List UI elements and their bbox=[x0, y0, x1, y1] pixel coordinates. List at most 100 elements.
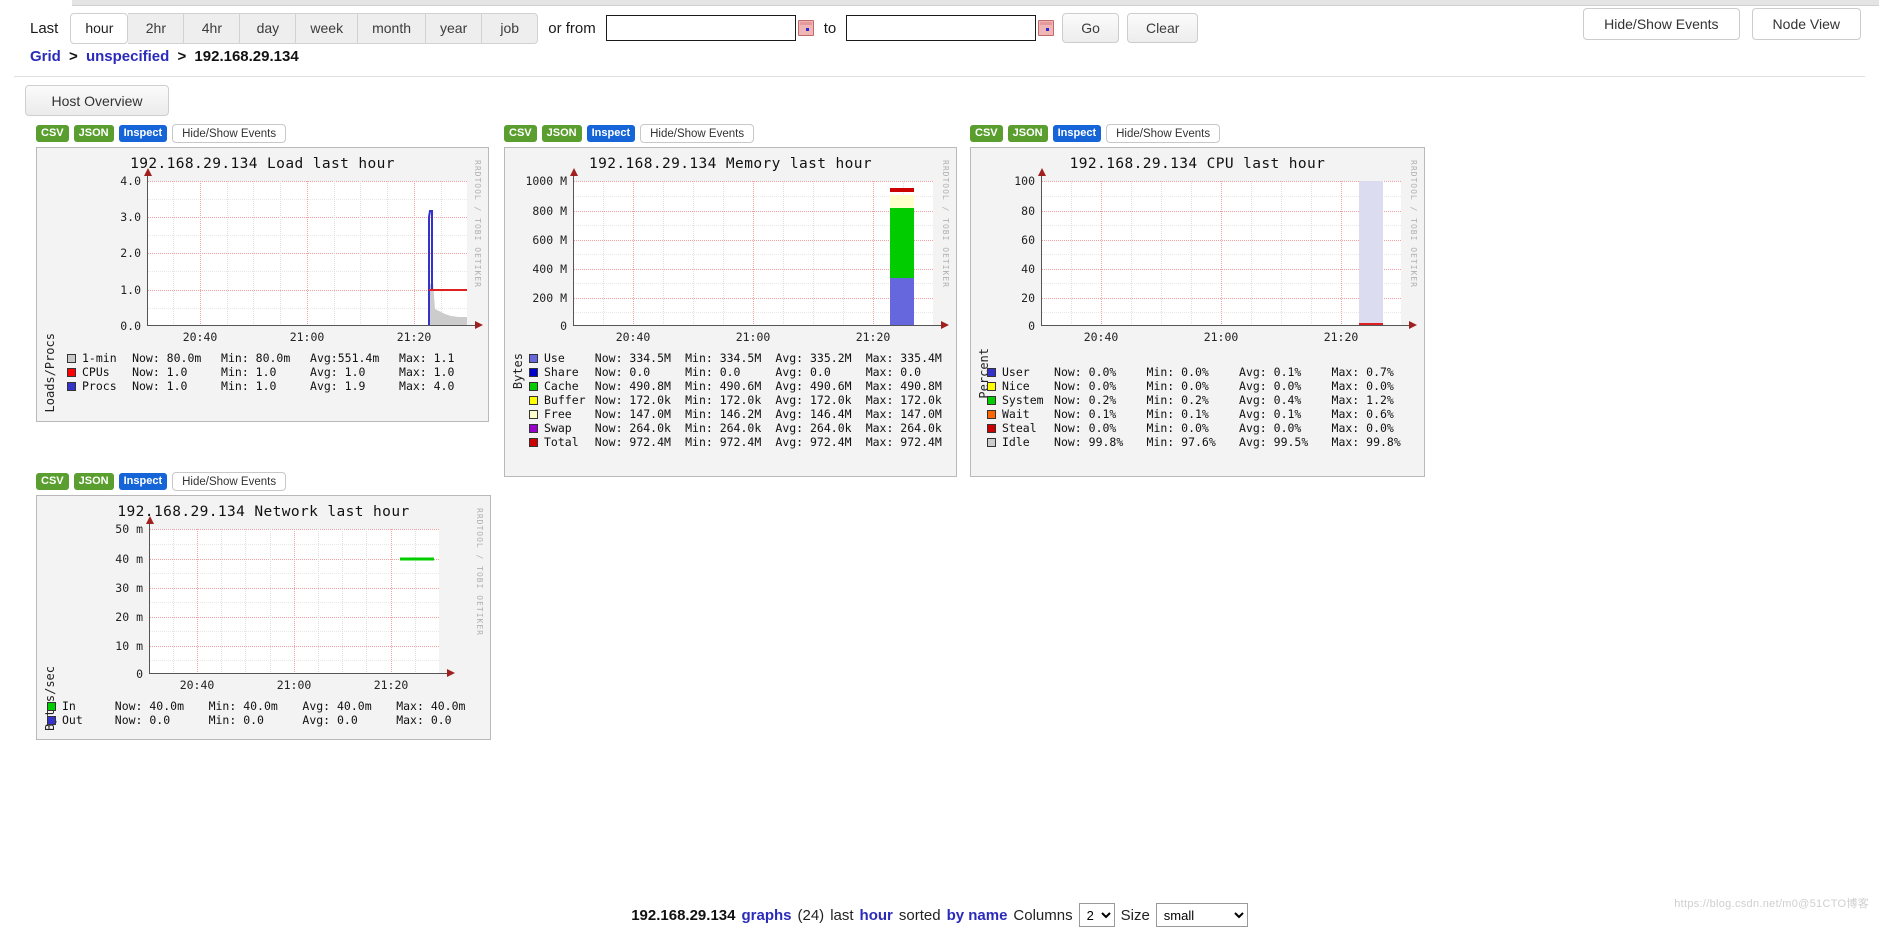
legend-now: Now: 972.4M bbox=[594, 435, 671, 449]
memory-plot-area: 1000 M 800 M 600 M 400 M 200 M 0 20:40 2… bbox=[525, 168, 949, 344]
cpu-ytick: 0 bbox=[1028, 319, 1035, 333]
legend-avg: Avg:551.4m bbox=[310, 351, 380, 365]
cpu-ytick: 80 bbox=[1021, 204, 1035, 218]
legend-max: Max: 4.0 bbox=[399, 379, 455, 393]
legend-now: Now: 334.5M bbox=[594, 351, 671, 365]
legend-row: Cache Now: 490.8M Min: 490.6M Avg: 490.6… bbox=[529, 379, 956, 393]
page-watermark: https://blog.csdn.net/m0@51CTO博客 bbox=[1674, 898, 1869, 910]
csv-button[interactable]: CSV bbox=[36, 125, 69, 142]
legend-max: Max: 0.6% bbox=[1331, 407, 1394, 421]
size-select[interactable]: small bbox=[1155, 903, 1248, 927]
breadcrumb-separator: > bbox=[69, 48, 78, 65]
load-graph[interactable]: 192.168.29.134 Load last hour RRDTOOL / … bbox=[36, 147, 489, 422]
footer-sort-link[interactable]: by name bbox=[947, 907, 1008, 924]
inspect-button[interactable]: Inspect bbox=[118, 473, 168, 490]
inspect-button[interactable]: Inspect bbox=[118, 125, 168, 142]
or-from-label: or from bbox=[548, 19, 596, 37]
csv-button[interactable]: CSV bbox=[970, 125, 1003, 142]
range-button-day[interactable]: day bbox=[240, 12, 297, 44]
legend-now: Now: 0.0 bbox=[114, 713, 171, 727]
hide-show-events-button[interactable]: Hide/Show Events bbox=[172, 472, 287, 491]
footer-columns-label: Columns bbox=[1013, 906, 1073, 924]
go-button[interactable]: Go bbox=[1062, 13, 1119, 43]
legend-swatch-total bbox=[529, 437, 538, 447]
breadcrumb-link-grid[interactable]: Grid bbox=[30, 48, 61, 65]
legend-avg: Avg: 1.9 bbox=[310, 379, 366, 393]
inspect-button[interactable]: Inspect bbox=[586, 125, 636, 142]
legend-max: Max: 1.2% bbox=[1331, 393, 1394, 407]
host-overview-tab[interactable]: Host Overview bbox=[25, 85, 169, 116]
legend-row: CPUs Now: 1.0 Min: 1.0 Avg: 1.0 Max: 1.0 bbox=[67, 365, 488, 379]
hide-show-events-button[interactable]: Hide/Show Events bbox=[1583, 8, 1740, 40]
json-button[interactable]: JSON bbox=[541, 125, 582, 142]
legend-avg: Avg: 0.0% bbox=[1239, 421, 1302, 435]
range-button-4hr[interactable]: 4hr bbox=[184, 12, 241, 44]
load-y-axis bbox=[144, 168, 152, 326]
cpu-graph[interactable]: 192.168.29.134 CPU last hour RRDTOOL / T… bbox=[970, 147, 1425, 477]
legend-row: Buffer Now: 172.0k Min: 172.0k Avg: 172.… bbox=[529, 393, 956, 407]
legend-min: Min: 0.2% bbox=[1146, 393, 1209, 407]
inspect-button[interactable]: Inspect bbox=[1052, 125, 1102, 142]
legend-row: Free Now: 147.0M Min: 146.2M Avg: 146.4M… bbox=[529, 407, 956, 421]
hide-show-events-button[interactable]: Hide/Show Events bbox=[1106, 124, 1221, 143]
to-date-input[interactable] bbox=[846, 15, 1037, 41]
cpu-ytick: 60 bbox=[1021, 233, 1035, 247]
node-view-button[interactable]: Node View bbox=[1751, 8, 1861, 40]
legend-swatch-1min bbox=[67, 353, 76, 363]
legend-now: Now: 0.0% bbox=[1054, 365, 1117, 379]
legend-min: Min: 40.0m bbox=[208, 699, 278, 713]
calendar-icon[interactable] bbox=[1038, 20, 1055, 36]
legend-row: Nice Now: 0.0% Min: 0.0% Avg: 0.0% Max: … bbox=[987, 379, 1424, 393]
csv-button[interactable]: CSV bbox=[36, 473, 69, 490]
footer-range-link[interactable]: hour bbox=[860, 907, 893, 924]
legend-now: Now: 147.0M bbox=[594, 407, 671, 421]
memory-ytick: 600 M bbox=[532, 233, 567, 247]
legend-name: Buffer bbox=[544, 393, 586, 407]
memory-graph[interactable]: 192.168.29.134 Memory last hour RRDTOOL … bbox=[504, 147, 957, 477]
range-button-year[interactable]: year bbox=[426, 12, 483, 44]
legend-max: Max: 0.7% bbox=[1331, 365, 1394, 379]
range-button-week[interactable]: week bbox=[296, 12, 359, 44]
csv-button[interactable]: CSV bbox=[504, 125, 537, 142]
footer-graphs-link[interactable]: graphs bbox=[741, 907, 791, 924]
legend-max: Max: 1.0 bbox=[399, 365, 455, 379]
network-xtick: 21:20 bbox=[373, 678, 409, 692]
legend-row: Procs Now: 1.0 Min: 1.0 Avg: 1.9 Max: 4.… bbox=[67, 379, 488, 393]
memory-ytick: 200 M bbox=[532, 291, 567, 305]
hide-show-events-button[interactable]: Hide/Show Events bbox=[640, 124, 755, 143]
network-legend: In Now: 40.0m Min: 40.0m Avg: 40.0m Max:… bbox=[47, 699, 490, 727]
range-button-month[interactable]: month bbox=[358, 12, 426, 44]
range-button-job[interactable]: job bbox=[482, 12, 539, 44]
legend-max: Max: 0.0% bbox=[1331, 421, 1394, 435]
legend-name: Out bbox=[62, 713, 83, 727]
legend-name: System bbox=[1002, 393, 1044, 407]
json-button[interactable]: JSON bbox=[1007, 125, 1048, 142]
legend-now: Now: 264.0k bbox=[594, 421, 671, 435]
legend-row: Use Now: 334.5M Min: 334.5M Avg: 335.2M … bbox=[529, 351, 956, 365]
json-button[interactable]: JSON bbox=[73, 473, 114, 490]
legend-now: Now: 99.8% bbox=[1054, 435, 1124, 449]
from-date-wrap bbox=[605, 15, 814, 41]
legend-min: Min: 0.0 bbox=[208, 713, 264, 727]
legend-min: Min: 0.0 bbox=[685, 365, 741, 379]
range-button-2hr[interactable]: 2hr bbox=[128, 12, 185, 44]
memory-xtick: 21:00 bbox=[735, 330, 771, 344]
legend-name: Free bbox=[544, 407, 572, 421]
calendar-icon[interactable] bbox=[797, 20, 814, 36]
legend-now: Now: 0.2% bbox=[1054, 393, 1117, 407]
legend-row: System Now: 0.2% Min: 0.2% Avg: 0.4% Max… bbox=[987, 393, 1424, 407]
rrdtool-watermark: RRDTOOL / TOBI OETIKER bbox=[473, 160, 482, 288]
columns-select[interactable]: 2 bbox=[1078, 903, 1115, 927]
network-graph[interactable]: 192.168.29.134 Network last hour RRDTOOL… bbox=[36, 495, 491, 740]
legend-min: Min: 972.4M bbox=[685, 435, 762, 449]
hide-show-events-button[interactable]: Hide/Show Events bbox=[172, 124, 287, 143]
clear-button[interactable]: Clear bbox=[1126, 13, 1199, 43]
legend-name: Wait bbox=[1002, 407, 1030, 421]
range-button-hour[interactable]: hour bbox=[70, 12, 129, 44]
to-label: to bbox=[823, 19, 837, 37]
from-date-input[interactable] bbox=[605, 15, 796, 41]
json-button[interactable]: JSON bbox=[73, 125, 114, 142]
breadcrumb-link-cluster[interactable]: unspecified bbox=[86, 48, 169, 65]
legend-avg: Avg: 0.1% bbox=[1239, 407, 1302, 421]
legend-max: Max: 0.0 bbox=[865, 365, 922, 379]
